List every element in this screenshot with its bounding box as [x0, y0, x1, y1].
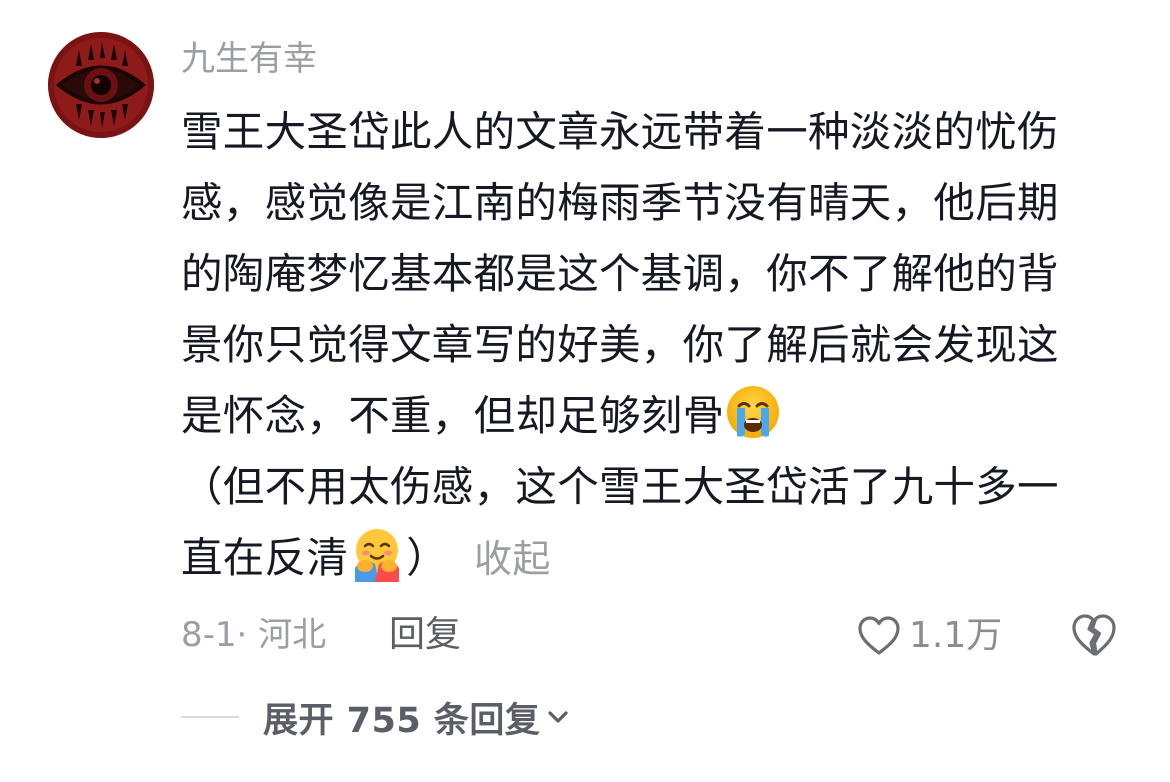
comment-line: （但不用太伤感，这个雪王大圣岱活了九十多一: [181, 462, 1059, 511]
reply-button[interactable]: 回复: [389, 610, 461, 660]
comment-line: 直在反清: [181, 533, 349, 582]
collapse-button[interactable]: 收起: [474, 537, 551, 581]
comment-actions: 8-1· 河北 回复 1.1万: [181, 610, 1131, 660]
comment-line: 景你只觉得文章写的好美，你了解后就会发现这: [181, 320, 1059, 369]
heart-outline-icon: [858, 616, 900, 655]
expand-replies-label: 展开 755 条回复: [263, 700, 541, 741]
chevron-down-icon: [548, 711, 569, 723]
expand-replies-button[interactable]: 展开 755 条回复: [181, 692, 570, 742]
avatar[interactable]: [48, 32, 154, 138]
comment-line-with-emoji: 直在反清 ） 收起: [181, 522, 1116, 593]
comment-text: 雪王大圣岱此人的文章永远带着一种淡淡的忧伤 感，感觉像是江南的梅雨季节没有晴天，…: [181, 96, 1116, 593]
comment-line: ）: [406, 533, 449, 582]
username[interactable]: 九生有幸: [181, 36, 317, 82]
broken-heart-icon[interactable]: [1070, 612, 1118, 660]
comment-line: 感，感觉像是江南的梅雨季节没有晴天，他后期: [181, 178, 1059, 227]
comment-date-location: 8-1· 河北: [181, 615, 327, 655]
crying-face-emoji-icon: [727, 386, 780, 438]
comment-line-with-emoji: 是怀念，不重，但却足够刻骨: [181, 380, 1116, 451]
comment-line: 是怀念，不重，但却足够刻骨: [181, 391, 725, 440]
divider: [181, 716, 239, 718]
comment-line: 的陶庵梦忆基本都是这个基调，你不了解他的背: [181, 249, 1059, 298]
like-button[interactable]: 1.1万: [857, 612, 1002, 660]
comment-screen: 九生有幸 雪王大圣岱此人的文章永远带着一种淡淡的忧伤 感，感觉像是江南的梅雨季节…: [0, 0, 1170, 782]
eye-logo-icon: [48, 32, 154, 138]
hugging-face-emoji-icon: [355, 529, 400, 582]
comment-line: 雪王大圣岱此人的文章永远带着一种淡淡的忧伤: [181, 107, 1059, 156]
like-count: 1.1万: [909, 615, 1003, 656]
